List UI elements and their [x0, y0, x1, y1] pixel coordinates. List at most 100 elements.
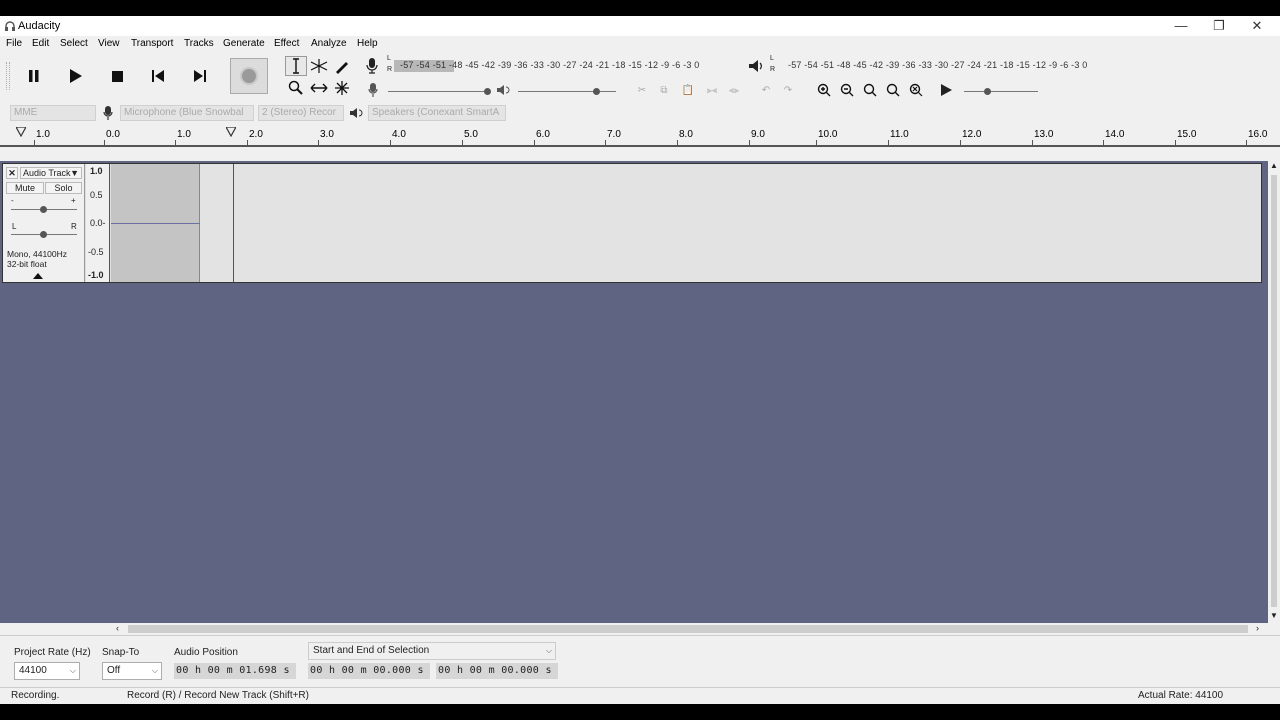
project-rate-select[interactable]: 44100 ⌵	[14, 662, 80, 680]
playback-volume-thumb[interactable]	[593, 88, 600, 95]
stop-icon	[111, 70, 123, 82]
vertical-scroll-thumb[interactable]	[1271, 175, 1277, 607]
microphone-icon[interactable]	[362, 56, 382, 76]
audio-position-label: Audio Position	[174, 647, 238, 658]
play-at-speed-icon[interactable]	[936, 80, 956, 100]
ruler-tick-mark	[888, 140, 889, 145]
waveform-area[interactable]	[111, 164, 1261, 282]
skip-to-end-button[interactable]	[183, 61, 217, 91]
multi-tool-icon[interactable]	[331, 78, 353, 98]
selection-mode-select[interactable]: Start and End of Selection ⌵	[308, 642, 556, 660]
collapse-track-icon[interactable]	[33, 273, 43, 279]
toolbar-grip[interactable]	[6, 62, 10, 90]
trim-audio-icon[interactable]: ⫸⫷	[702, 81, 722, 99]
vertical-amplitude-ruler[interactable]: 1.0 0.5 0.0- -0.5 -1.0	[86, 164, 110, 282]
paste-icon[interactable]: 📋	[678, 81, 698, 99]
horizontal-scroll-thumb[interactable]	[128, 625, 1248, 633]
pause-button[interactable]	[17, 61, 51, 91]
scroll-down-icon[interactable]: ▼	[1270, 611, 1278, 620]
time-shift-tool-icon[interactable]	[308, 78, 330, 98]
menu-file[interactable]: File	[6, 38, 22, 49]
ruler-tick-label: 13.0	[1034, 129, 1054, 140]
audacity-window: Audacity — ❐ ✕ File Edit Select View Tra…	[0, 16, 1280, 704]
gain-plus-label: +	[71, 196, 76, 205]
audio-track[interactable]: ✕ Audio Track ▼ Mute Solo - + L R Mono, …	[2, 163, 1262, 283]
play-at-speed-toolbar	[932, 78, 1052, 102]
speaker-icon[interactable]	[746, 56, 766, 76]
gain-slider-thumb[interactable]	[40, 206, 47, 213]
record-button[interactable]	[230, 58, 268, 94]
track-panel[interactable]: ✕ Audio Track ▼ Mute Solo - + L R Mono, …	[0, 161, 1268, 623]
envelope-tool-icon[interactable]	[308, 56, 330, 76]
minimize-button[interactable]: —	[1162, 16, 1200, 36]
selection-end-value: 00 h 00 m 00.000 s	[438, 665, 552, 676]
vertical-scrollbar[interactable]: ▲ ▼	[1268, 161, 1280, 623]
ruler-tick-label: 4.0	[392, 129, 406, 140]
cut-icon[interactable]: ✂	[632, 81, 652, 99]
track-menu-dropdown-icon: ▼	[70, 168, 79, 178]
zoom-toggle-icon[interactable]	[906, 80, 926, 100]
track-control-panel: ✕ Audio Track ▼ Mute Solo - + L R Mono, …	[3, 164, 85, 282]
transport-toolbar	[0, 54, 278, 102]
recording-volume-thumb[interactable]	[484, 88, 491, 95]
playback-volume-slider[interactable]	[518, 91, 616, 92]
menu-transport[interactable]: Transport	[131, 38, 173, 49]
zoom-in-icon[interactable]	[814, 80, 834, 100]
fit-project-icon[interactable]	[883, 80, 903, 100]
recording-meter[interactable]: -57 -54 -51 -48 -45 -42 -39 -36 -33 -30 …	[394, 59, 730, 73]
scroll-left-icon[interactable]: ‹	[116, 623, 119, 633]
recording-device-select[interactable]: Microphone (Blue Snowbal	[120, 105, 254, 121]
zoom-tool-icon[interactable]	[285, 78, 307, 98]
play-speed-thumb[interactable]	[984, 88, 991, 95]
meter-left-label: L	[387, 55, 391, 62]
menu-analyze[interactable]: Analyze	[311, 38, 347, 49]
ruler-tick-label: 16.0	[1248, 129, 1268, 140]
scroll-up-icon[interactable]: ▲	[1270, 161, 1278, 170]
zoom-out-icon[interactable]	[837, 80, 857, 100]
play-button[interactable]	[58, 61, 92, 91]
menu-view[interactable]: View	[98, 38, 120, 49]
selection-start-value: 00 h 00 m 00.000 s	[310, 665, 424, 676]
recording-volume-slider[interactable]	[388, 91, 488, 92]
mute-button[interactable]: Mute	[6, 182, 44, 194]
maximize-button[interactable]: ❐	[1200, 16, 1238, 36]
track-close-button[interactable]: ✕	[6, 167, 18, 179]
project-rate-label: Project Rate (Hz)	[14, 647, 91, 658]
redo-icon[interactable]: ↷	[778, 81, 798, 99]
menu-select[interactable]: Select	[60, 38, 88, 49]
silence-audio-icon[interactable]: ⫷⫸	[724, 81, 744, 99]
horizontal-scrollbar[interactable]: ‹ ›	[114, 623, 1268, 635]
menu-edit[interactable]: Edit	[32, 38, 49, 49]
audio-position-time[interactable]: 00 h 00 m 01.698 s	[174, 663, 296, 679]
undo-icon[interactable]: ↶	[756, 81, 776, 99]
ruler-tick-mark	[175, 140, 176, 145]
scroll-right-icon[interactable]: ›	[1256, 623, 1259, 633]
loop-start-marker-icon	[16, 127, 26, 137]
selection-tool-icon[interactable]	[285, 56, 307, 76]
selection-start-time[interactable]: 00 h 00 m 00.000 s	[308, 663, 430, 679]
playback-device-select[interactable]: Speakers (Conexant SmartA	[368, 105, 506, 121]
play-speed-slider[interactable]	[964, 91, 1038, 92]
pan-slider-thumb[interactable]	[40, 231, 47, 238]
selection-end-time[interactable]: 00 h 00 m 00.000 s	[436, 663, 558, 679]
menu-tracks[interactable]: Tracks	[184, 38, 214, 49]
fit-selection-icon[interactable]	[860, 80, 880, 100]
close-button[interactable]: ✕	[1238, 16, 1276, 36]
ruler-tick-label: 6.0	[536, 129, 550, 140]
audio-host-select[interactable]: MME	[10, 105, 96, 121]
copy-icon[interactable]: ⧉	[654, 81, 674, 99]
snap-to-select[interactable]: Off ⌵	[102, 662, 162, 680]
stop-button[interactable]	[100, 61, 134, 91]
status-bar: Recording. Record (R) / Record New Track…	[0, 687, 1280, 704]
playback-meter[interactable]: -57 -54 -51 -48 -45 -42 -39 -36 -33 -30 …	[778, 59, 1114, 73]
draw-tool-icon[interactable]	[331, 56, 353, 76]
menu-effect[interactable]: Effect	[274, 38, 299, 49]
solo-button[interactable]: Solo	[45, 182, 82, 194]
menu-help[interactable]: Help	[357, 38, 378, 49]
timeline-ruler[interactable]: 1.0 0.0 1.0 2.0 3.0 4.0 5.0 6.0 7.0 8.0 9.0 10.0 11.…	[0, 125, 1280, 147]
track-menu-button[interactable]: Audio Track ▼	[20, 167, 82, 179]
project-rate-value: 44100	[19, 665, 47, 676]
menu-generate[interactable]: Generate	[223, 38, 265, 49]
skip-to-start-button[interactable]	[141, 61, 175, 91]
recording-channels-select[interactable]: 2 (Stereo) Recor	[258, 105, 344, 121]
